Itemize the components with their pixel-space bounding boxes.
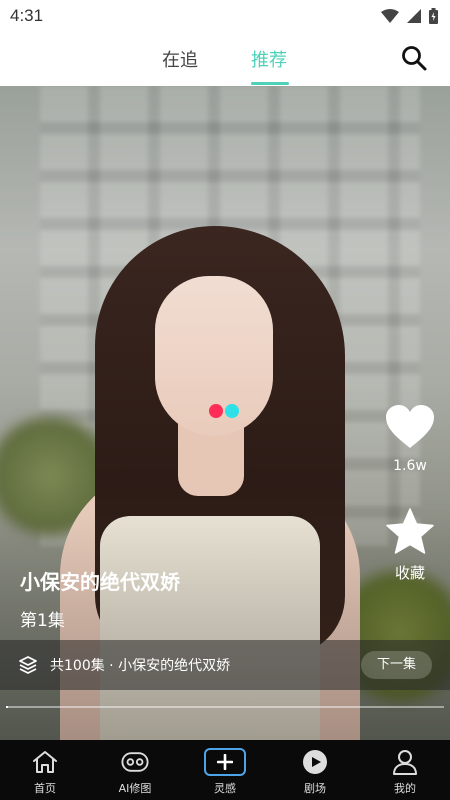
nav-inspiration[interactable]: 灵感 (180, 740, 270, 800)
progress-bar[interactable] (6, 706, 444, 708)
nav-profile[interactable]: 我的 (360, 740, 450, 800)
like-button[interactable] (385, 404, 435, 450)
nav-inspiration-label: 灵感 (214, 782, 236, 795)
top-nav: 在追 推荐 (0, 32, 450, 86)
like-count: 1.6w (393, 458, 427, 474)
nav-theater[interactable]: 剧场 (270, 740, 360, 800)
tab-recommend[interactable]: 推荐 (251, 46, 287, 72)
favorite-button[interactable] (386, 508, 434, 554)
nav-profile-label: 我的 (394, 782, 416, 795)
gamepad-icon (121, 752, 149, 772)
signal-icon (407, 9, 421, 23)
favorite-label: 收藏 (394, 564, 425, 582)
next-episode-button[interactable]: 下一集 (360, 651, 432, 679)
tab-following[interactable]: 在追 (162, 46, 198, 72)
nav-home-label: 首页 (34, 782, 56, 795)
search-button[interactable] (400, 44, 428, 72)
wifi-icon (381, 9, 399, 23)
status-bar: 4:31 (0, 0, 450, 32)
layers-icon (19, 656, 37, 674)
nav-ai-edit[interactable]: AI修图 (90, 740, 180, 800)
episode-label: 第1集 (20, 611, 65, 631)
home-icon (33, 751, 57, 773)
loading-indicator (209, 404, 239, 418)
nav-theater-label: 剧场 (304, 782, 326, 795)
series-info-bar[interactable]: 共100集 · 小保安的绝代双娇 下一集 (0, 640, 450, 690)
search-icon (402, 46, 427, 71)
video-player[interactable]: 1.6w 收藏 小保安的绝代双娇 第1集 共100集 · 小保安的绝代双娇 下一… (0, 86, 450, 740)
heart-icon (386, 405, 434, 448)
status-time: 4:31 (10, 6, 44, 25)
drama-title[interactable]: 小保安的绝代双娇 (20, 566, 180, 595)
nav-home[interactable]: 首页 (0, 740, 90, 800)
nav-ai-edit-label: AI修图 (118, 782, 152, 795)
user-icon (393, 750, 417, 775)
tab-active-indicator (251, 82, 289, 85)
plus-icon (217, 754, 233, 770)
battery-icon (429, 8, 438, 24)
progress-fill (6, 706, 9, 708)
series-info: 共100集 · 小保安的绝代双娇 (50, 658, 231, 674)
play-circle-icon (303, 750, 327, 774)
star-icon (386, 508, 434, 554)
status-icons (381, 8, 438, 24)
bottom-nav: 首页 AI修图 灵感 剧场 我的 (0, 740, 450, 800)
